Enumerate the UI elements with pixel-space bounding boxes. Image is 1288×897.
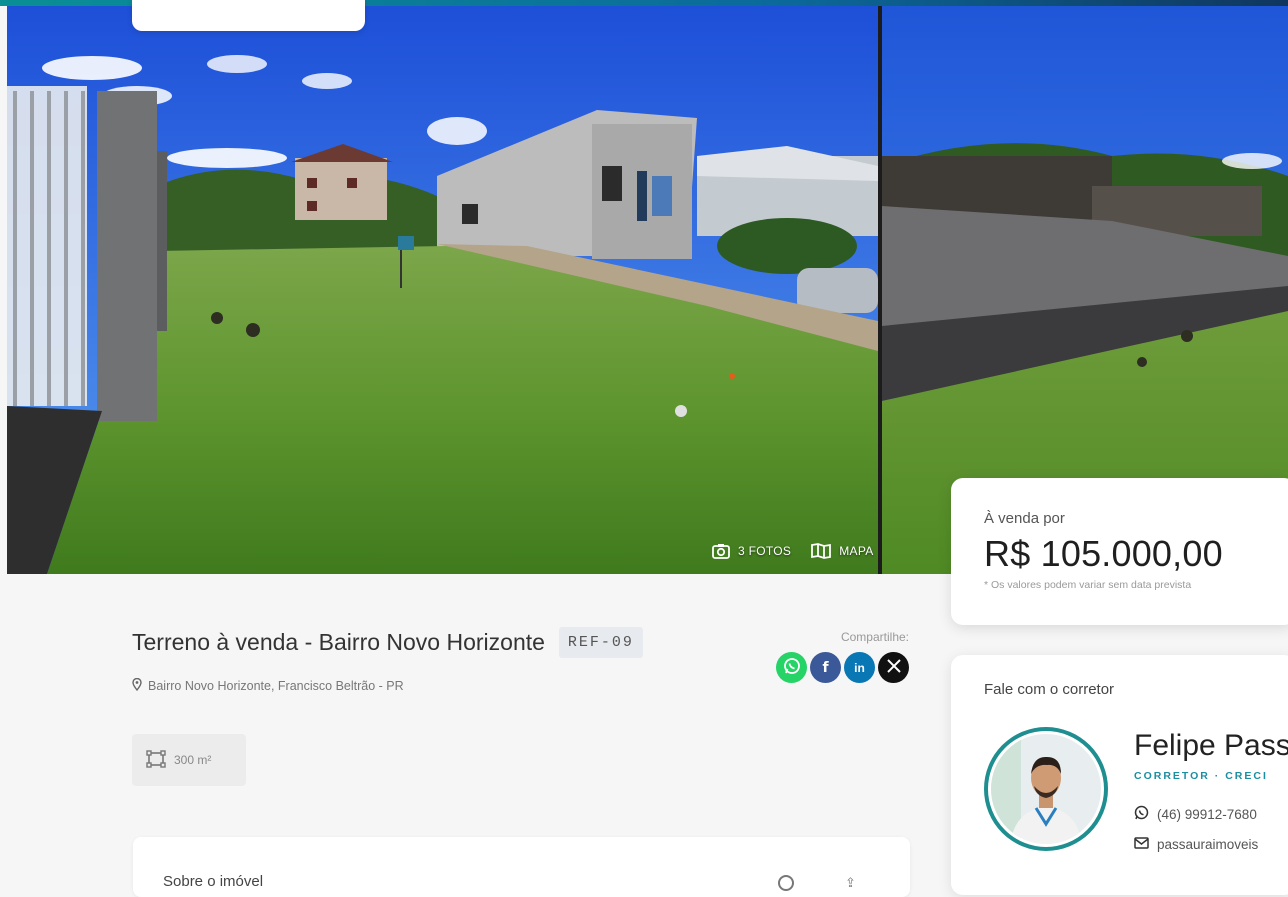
x-share-button[interactable] bbox=[878, 652, 909, 683]
price-card: À venda por R$ 105.000,00 * Os valores p… bbox=[951, 478, 1288, 625]
whatsapp-icon bbox=[1134, 805, 1149, 823]
location-pin-icon bbox=[132, 677, 142, 694]
agent-header: Fale com o corretor bbox=[984, 681, 1115, 698]
map-label: MAPA bbox=[839, 544, 874, 558]
description-title: Sobre o imóvel bbox=[163, 873, 264, 890]
price-note: * Os valores podem variar sem data previ… bbox=[984, 579, 1192, 591]
facebook-share-button[interactable]: f bbox=[810, 652, 841, 683]
agent-photo bbox=[988, 731, 1104, 847]
linkedin-icon: in bbox=[854, 660, 865, 675]
listing-title: Terreno à venda - Bairro Novo Horizonte bbox=[132, 629, 545, 655]
share-label: Compartilhe: bbox=[840, 630, 909, 644]
price-value: R$ 105.000,00 bbox=[984, 533, 1223, 574]
agent-card: Fale com o corretor Felipe Passaura CORR… bbox=[951, 655, 1288, 895]
whatsapp-icon bbox=[783, 657, 801, 678]
ref-badge: REF-09 bbox=[558, 627, 643, 658]
camera-icon bbox=[712, 543, 730, 559]
area-value: 300 m² bbox=[174, 753, 212, 767]
listing-location: Bairro Novo Horizonte, Francisco Beltrão… bbox=[132, 677, 404, 694]
share-small-icon[interactable]: ⇪ bbox=[845, 875, 856, 891]
listing-title-row: Terreno à venda - Bairro Novo Horizonte … bbox=[132, 627, 643, 658]
main-photo[interactable] bbox=[7, 6, 878, 574]
agent-email[interactable]: passauraimoveis bbox=[1134, 837, 1258, 852]
agent-avatar bbox=[984, 727, 1108, 851]
whatsapp-share-button[interactable] bbox=[776, 652, 807, 683]
gallery-actions: 3 FOTOS MAPA bbox=[712, 543, 874, 559]
agent-phone-text: (46) 99912-7680 bbox=[1157, 806, 1257, 822]
agent-name: Felipe Passaura bbox=[1134, 729, 1288, 762]
area-chip: 300 m² bbox=[132, 734, 246, 786]
description-card: Sobre o imóvel ⇪ bbox=[133, 837, 910, 897]
agent-email-text: passauraimoveis bbox=[1157, 837, 1259, 852]
map-icon bbox=[811, 543, 832, 559]
share-section: Compartilhe: f in bbox=[768, 630, 909, 683]
area-icon bbox=[146, 749, 166, 771]
agent-role: CORRETOR · CRECI bbox=[1134, 770, 1268, 782]
info-icon[interactable] bbox=[778, 875, 794, 891]
envelope-icon bbox=[1134, 837, 1149, 852]
linkedin-share-button[interactable]: in bbox=[844, 652, 875, 683]
map-button[interactable]: MAPA bbox=[811, 543, 873, 559]
header-tab bbox=[132, 0, 365, 31]
photos-label: 3 FOTOS bbox=[738, 544, 792, 558]
facebook-icon: f bbox=[822, 659, 829, 676]
location-text: Bairro Novo Horizonte, Francisco Beltrão… bbox=[148, 679, 404, 693]
photos-button[interactable]: 3 FOTOS bbox=[712, 543, 791, 559]
share-buttons: f in bbox=[768, 652, 909, 683]
x-icon bbox=[886, 659, 901, 676]
agent-phone[interactable]: (46) 99912-7680 bbox=[1134, 805, 1257, 823]
price-label: À venda por bbox=[984, 510, 1065, 527]
